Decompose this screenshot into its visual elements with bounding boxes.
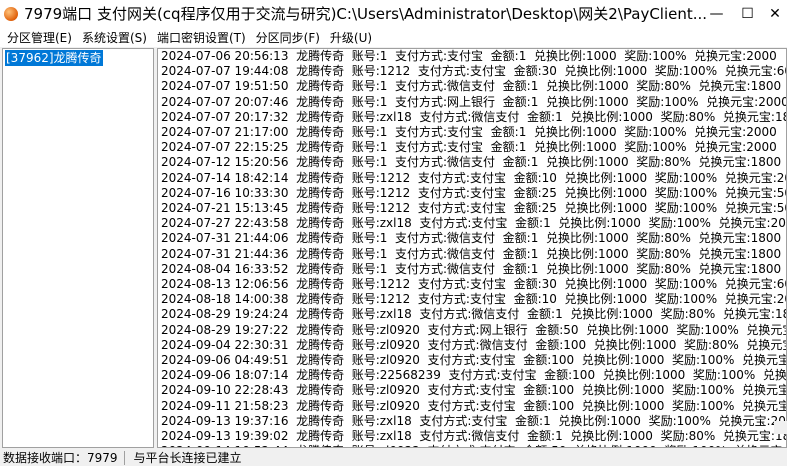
- log-line: 2024-09-06 04:49:51 龙腾传奇 账号:zl0920 支付方式:…: [161, 353, 787, 368]
- log-line: 2024-08-18 14:00:38 龙腾传奇 账号:1212 支付方式:支付…: [161, 292, 787, 307]
- log-line: 2024-07-31 21:44:06 龙腾传奇 账号:1 支付方式:微信支付 …: [161, 231, 782, 246]
- log-line: 2024-09-04 22:30:31 龙腾传奇 账号:zl0920 支付方式:…: [161, 337, 787, 352]
- menu-bar: 分区管理(E) 系统设置(S) 端口密钥设置(T) 分区同步(F) 升级(U): [0, 27, 787, 47]
- log-line: 2024-08-29 19:27:22 龙腾传奇 账号:zl0920 支付方式:…: [161, 322, 787, 337]
- log-line: 2024-09-11 21:58:23 龙腾传奇 账号:zl0920 支付方式:…: [161, 398, 787, 413]
- log-line: 2024-07-14 18:42:14 龙腾传奇 账号:1212 支付方式:支付…: [161, 170, 787, 185]
- menu-system-settings[interactable]: 系统设置(S): [77, 29, 152, 46]
- payment-log[interactable]: 2024-07-06 20:56:13 龙腾传奇 账号:1 支付方式:支付宝 金…: [157, 48, 787, 448]
- status-message: 与平台长连接已建立: [133, 451, 242, 465]
- minimize-button[interactable]: —: [701, 0, 732, 27]
- window-controls: — ☐ ✕: [701, 0, 787, 27]
- log-line: 2024-08-13 12:06:56 龙腾传奇 账号:1212 支付方式:支付…: [161, 277, 787, 292]
- log-line: 2024-07-07 19:51:50 龙腾传奇 账号:1 支付方式:微信支付 …: [161, 79, 782, 94]
- status-divider: [123, 450, 125, 465]
- log-line: 2024-07-07 20:17:32 龙腾传奇 账号:zxl18 支付方式:微…: [161, 109, 787, 124]
- close-button[interactable]: ✕: [763, 0, 787, 27]
- log-line: 2024-07-27 22:43:58 龙腾传奇 账号:zxl18 支付方式:支…: [161, 216, 787, 231]
- maximize-button[interactable]: ☐: [732, 0, 763, 27]
- scroll-corner: [774, 421, 787, 434]
- log-line: 2024-07-21 15:13:45 龙腾传奇 账号:1212 支付方式:支付…: [161, 201, 787, 216]
- log-line: 2024-08-04 16:33:52 龙腾传奇 账号:1 支付方式:微信支付 …: [161, 261, 782, 276]
- status-port: 数据接收端口：7979: [3, 451, 118, 465]
- menu-upgrade[interactable]: 升级(U): [325, 29, 377, 46]
- partition-list-item[interactable]: [37962]龙腾传奇: [4, 49, 104, 67]
- log-line: 2024-09-13 19:39:02 龙腾传奇 账号:zxl18 支付方式:微…: [161, 429, 787, 444]
- menu-partition-manage[interactable]: 分区管理(E): [0, 29, 77, 46]
- status-bar: 数据接收端口：7979 与平台长连接已建立: [0, 449, 787, 466]
- log-line: 2024-07-07 20:07:46 龙腾传奇 账号:1 支付方式:网上银行 …: [161, 94, 787, 109]
- log-line: 2024-07-31 21:44:36 龙腾传奇 账号:1 支付方式:微信支付 …: [161, 246, 782, 261]
- log-line: 2024-07-07 21:17:00 龙腾传奇 账号:1 支付方式:支付宝 金…: [161, 125, 777, 140]
- log-line: 2024-07-07 22:15:25 龙腾传奇 账号:1 支付方式:支付宝 金…: [161, 140, 777, 155]
- log-line: 2024-07-16 10:33:30 龙腾传奇 账号:1212 支付方式:支付…: [161, 185, 787, 200]
- partition-list[interactable]: [37962]龙腾传奇: [2, 48, 154, 448]
- app-icon: [4, 6, 18, 21]
- log-line: 2024-09-10 22:28:43 龙腾传奇 账号:zl0920 支付方式:…: [161, 383, 787, 398]
- log-line: 2024-08-29 19:24:24 龙腾传奇 账号:zxl18 支付方式:微…: [161, 307, 787, 322]
- log-line: 2024-07-12 15:20:56 龙腾传奇 账号:1 支付方式:微信支付 …: [161, 155, 782, 170]
- window-title: 7979端口 支付网关(cq程序仅用于交流与研究)C:\Users\Admini…: [24, 5, 708, 23]
- title-bar: 7979端口 支付网关(cq程序仅用于交流与研究)C:\Users\Admini…: [0, 0, 787, 27]
- menu-partition-sync[interactable]: 分区同步(F): [251, 29, 325, 46]
- log-line: 2024-07-06 20:56:13 龙腾传奇 账号:1 支付方式:支付宝 金…: [161, 49, 777, 63]
- menu-port-key-settings[interactable]: 端口密钥设置(T): [152, 29, 251, 46]
- log-line: 2024-09-13 19:37:16 龙腾传奇 账号:zxl18 支付方式:支…: [161, 413, 787, 428]
- log-line: 2024-09-06 18:07:14 龙腾传奇 账号:22568239 支付方…: [161, 368, 787, 383]
- log-line: 2024-07-07 19:44:08 龙腾传奇 账号:1212 支付方式:支付…: [161, 64, 787, 79]
- log-line: 2024-09-14 10:52:44 龙腾传奇 账号:zl0922 支付方式:…: [158, 444, 786, 447]
